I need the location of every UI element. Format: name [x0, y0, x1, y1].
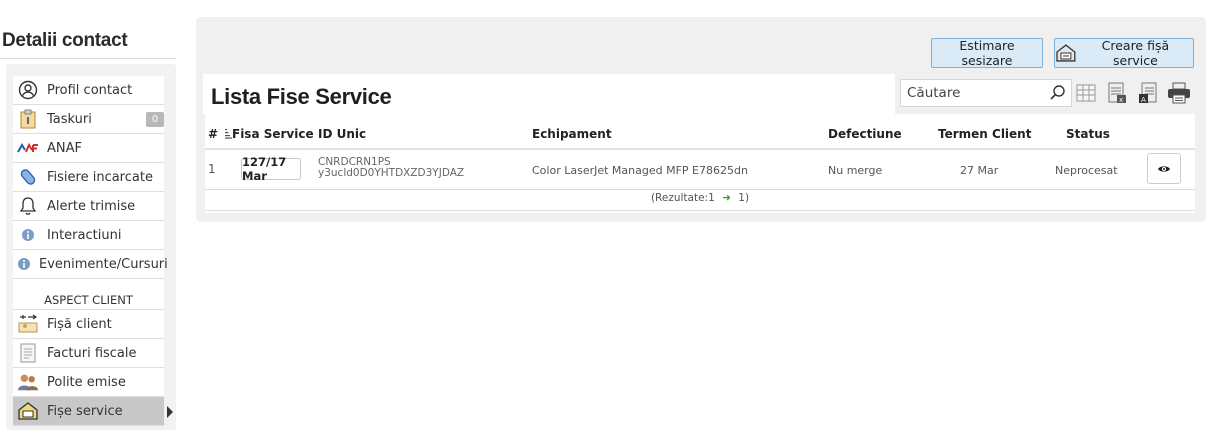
- user-circle-icon: [17, 80, 39, 100]
- export-pdf-icon[interactable]: A: [1136, 80, 1160, 106]
- col-status: Status: [1066, 127, 1110, 141]
- people-icon: [17, 372, 39, 392]
- sidebar-item-taskuri[interactable]: Taskuri 0: [13, 105, 164, 134]
- results-suffix: 1): [738, 192, 750, 204]
- svg-text:x: x: [1119, 96, 1123, 104]
- search-box: [900, 79, 1072, 107]
- row-divider: [205, 189, 1195, 190]
- col-nr: #: [208, 127, 219, 141]
- col-defectiune: Defectiune: [828, 127, 902, 141]
- columns-grid-icon[interactable]: [1074, 80, 1098, 106]
- col-fisa-service-label: Fisa Service: [232, 127, 314, 141]
- sidebar-item-label: Profil contact: [47, 82, 133, 98]
- creare-fisa-service-label: Creare fișă service: [1101, 38, 1170, 68]
- sidebar-item-anaf[interactable]: ANAF: [13, 134, 164, 163]
- sidebar-section-aspect-client: ASPECT CLIENT: [13, 279, 164, 310]
- info-icon: [17, 254, 31, 274]
- sidebar-item-fise-service[interactable]: Fișe service: [13, 397, 173, 426]
- info-icon: [17, 225, 39, 245]
- page-title: Lista Fise Service: [211, 84, 392, 109]
- results-footer: (Rezultate:1 ➜ 1): [205, 192, 1195, 208]
- fisa-service-link[interactable]: 127/17 Mar: [241, 155, 301, 183]
- sidebar-menu: Profil contact Taskuri 0 ANAF Fisiere in…: [13, 76, 173, 426]
- sidebar-item-polite[interactable]: Polite emise: [13, 368, 164, 397]
- sort-icon: [225, 129, 232, 139]
- sidebar-item-label: Evenimente/Cursuri: [39, 256, 168, 272]
- print-icon[interactable]: [1167, 80, 1191, 106]
- eye-icon: [1158, 165, 1170, 172]
- col-echipament: Echipament: [532, 127, 612, 141]
- col-id-unic: ID Unic: [318, 127, 367, 141]
- sidebar: Detalii contact Profil contact Taskuri 0…: [0, 0, 186, 430]
- client-card-icon: [17, 314, 39, 334]
- table-header: # Fisa Service ID Unic Echipament Defect…: [205, 114, 1195, 150]
- search-input[interactable]: [907, 85, 1047, 101]
- sidebar-item-label: Facturi fiscale: [47, 345, 137, 361]
- row-nr: 1: [208, 162, 216, 176]
- row-echipament: Color LaserJet Managed MFP E78625dn: [532, 164, 748, 177]
- row-termen-client: 27 Mar: [960, 164, 999, 177]
- sidebar-item-evenimente[interactable]: Evenimente/Cursuri: [13, 250, 168, 279]
- row-status: Neprocesat: [1055, 164, 1118, 177]
- sidebar-item-label: Polite emise: [47, 374, 126, 390]
- footer-divider: [205, 210, 1195, 211]
- sidebar-item-label: Fisiere incarcate: [47, 169, 153, 185]
- service-table: # Fisa Service ID Unic Echipament Defect…: [205, 114, 1195, 213]
- anaf-logo-icon: [17, 138, 39, 158]
- estimare-sesizare-button[interactable]: Estimare sesizare: [931, 38, 1043, 68]
- table-row: 1 127/17 Mar CNRDCRN1PS y3ucld0D0YHTDXZD…: [205, 150, 1195, 189]
- export-excel-icon[interactable]: x: [1105, 80, 1129, 106]
- sidebar-item-alerte[interactable]: Alerte trimise: [13, 192, 164, 221]
- sidebar-item-label: ANAF: [47, 140, 82, 156]
- sidebar-item-fisiere[interactable]: Fisiere incarcate: [13, 163, 164, 192]
- row-defectiune: Nu merge: [828, 164, 883, 177]
- task-count-badge: 0: [146, 112, 164, 127]
- service-box-icon: [17, 401, 39, 421]
- row-id-unic: CNRDCRN1PS y3ucld0D0YHTDXZD3YJDAZ: [318, 157, 465, 179]
- invoice-icon: [17, 343, 39, 363]
- search-icon[interactable]: [1049, 84, 1067, 102]
- service-box-icon: [1056, 44, 1076, 62]
- svg-text:A: A: [1141, 96, 1146, 104]
- clipboard-icon: [17, 109, 39, 129]
- col-fisa-service[interactable]: Fisa Service: [225, 127, 314, 141]
- sidebar-item-label: Interactiuni: [47, 227, 122, 243]
- sidebar-title-divider: [0, 58, 176, 59]
- sidebar-item-interactiuni[interactable]: Interactiuni: [13, 221, 164, 250]
- main-panel: Estimare sesizare Creare fișă service Li…: [196, 17, 1206, 222]
- sidebar-item-profil-contact[interactable]: Profil contact: [13, 76, 164, 105]
- sidebar-item-label: Alerte trimise: [47, 198, 136, 214]
- bell-icon: [17, 196, 39, 216]
- sidebar-item-label: Taskuri: [47, 111, 92, 127]
- next-page-arrow-icon[interactable]: ➜: [722, 192, 731, 204]
- sidebar-item-fisa-client[interactable]: Fișă client: [13, 310, 164, 339]
- sidebar-item-label: Fișă client: [47, 316, 112, 332]
- sidebar-title: Detalii contact: [2, 30, 128, 51]
- results-prefix: (Rezultate:1: [650, 192, 715, 204]
- paperclip-icon: [17, 167, 39, 187]
- creare-fisa-service-button[interactable]: Creare fișă service: [1054, 38, 1194, 68]
- col-termen-client: Termen Client: [938, 127, 1032, 141]
- sidebar-item-facturi[interactable]: Facturi fiscale: [13, 339, 164, 368]
- view-details-button[interactable]: [1147, 153, 1181, 184]
- sidebar-item-label: Fișe service: [47, 403, 123, 419]
